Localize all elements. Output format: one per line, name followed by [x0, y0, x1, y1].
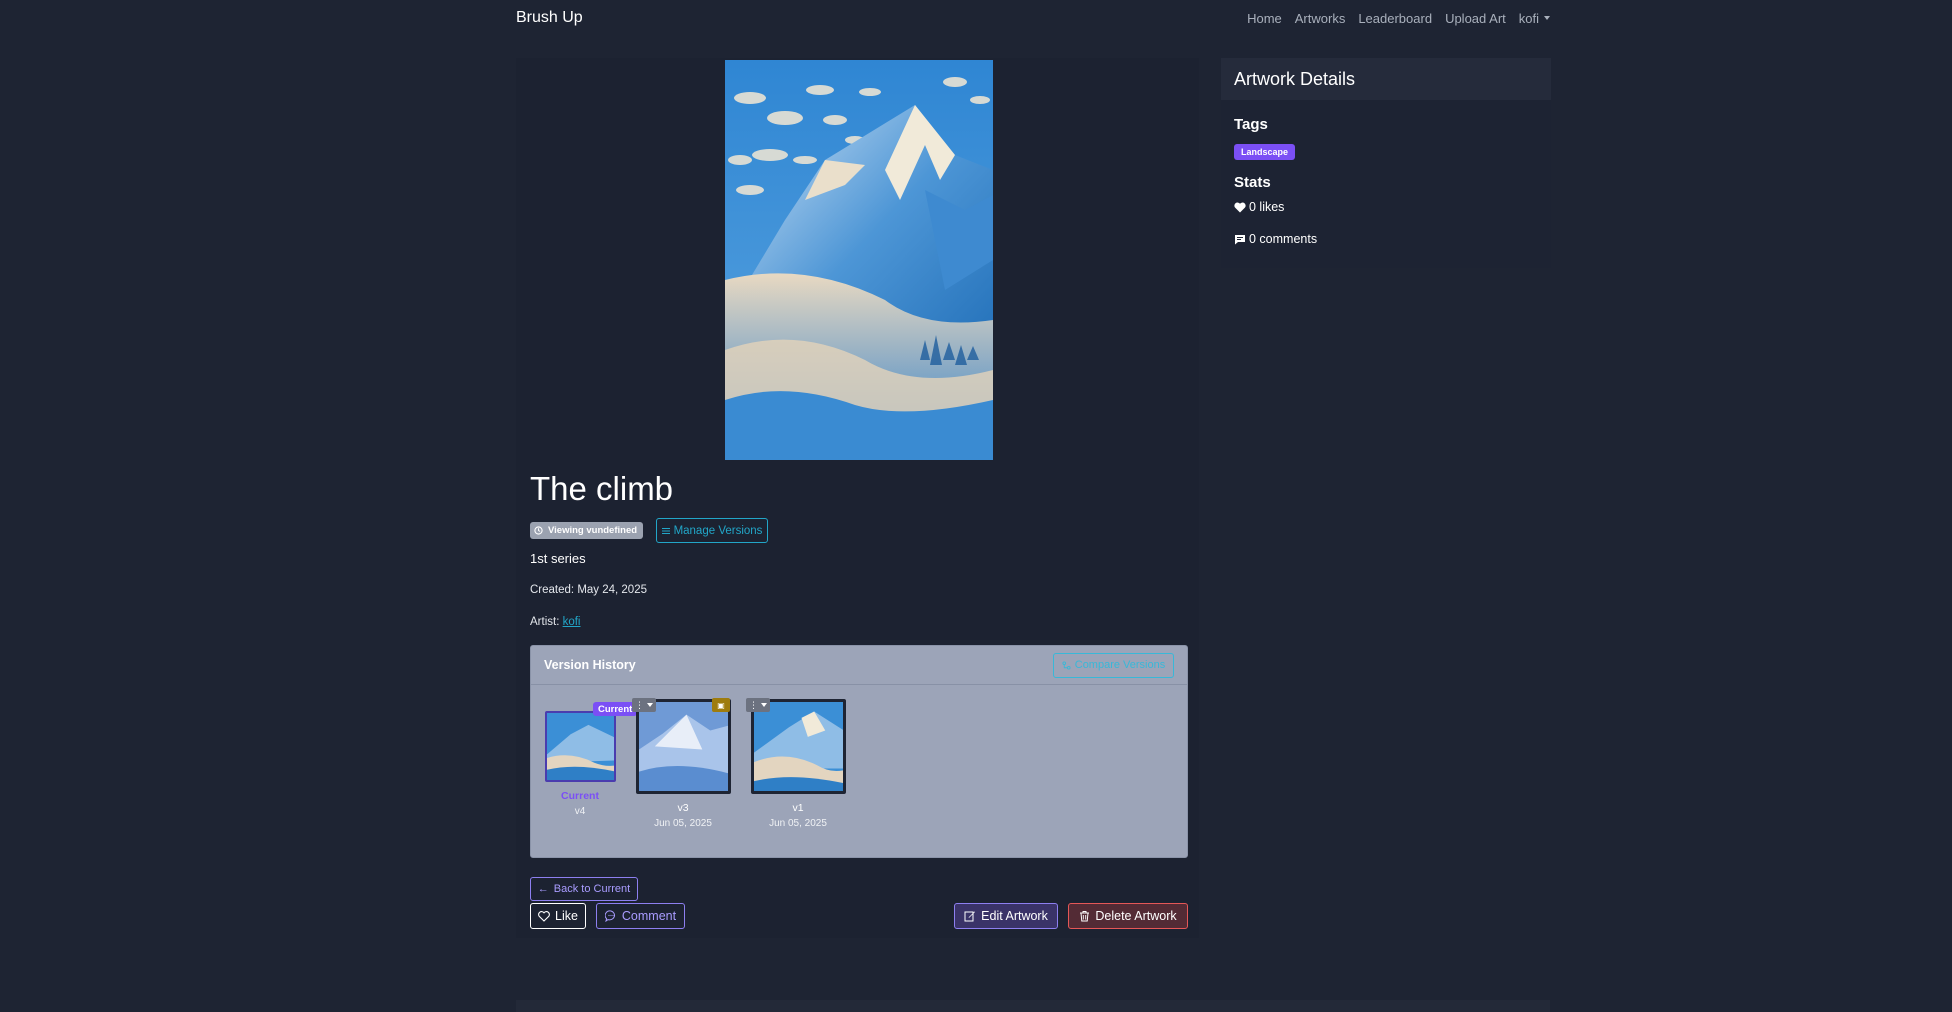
version-menu-v3[interactable]: ⋮ — [632, 698, 656, 712]
user-menu-dropdown[interactable]: kofi — [1519, 11, 1550, 26]
comments-stat: 0 comments — [1234, 232, 1317, 246]
artwork-image — [725, 60, 993, 460]
tag-badge[interactable]: Landscape — [1234, 144, 1296, 160]
artwork-title: The climb — [530, 470, 674, 507]
footer — [516, 1000, 1550, 1012]
manage-versions-label: Manage Versions — [673, 524, 763, 537]
user-name: kofi — [1518, 10, 1539, 26]
nav-home[interactable]: Home — [1247, 11, 1282, 26]
clock-icon — [534, 526, 543, 535]
version-thumb-v3[interactable] — [636, 699, 731, 794]
comment-indicator-icon: ▣ — [712, 698, 730, 712]
top-navbar: Brush Up Home Artworks Leaderboard Uploa… — [516, 0, 1550, 36]
likes-stat: 0 likes — [1234, 200, 1284, 214]
back-to-current-label: Back to Current — [553, 883, 631, 895]
trash-icon — [1080, 911, 1090, 922]
arrow-left-icon: ← — [537, 883, 549, 895]
heart-outline-icon — [538, 910, 550, 922]
version-menu-v1[interactable]: ⋮ — [746, 698, 770, 712]
like-label: Like — [555, 909, 578, 923]
stats-heading: Stats — [1234, 174, 1271, 191]
viewing-version-badge: Viewing vundefined — [530, 522, 644, 539]
comment-icon — [1235, 234, 1245, 244]
version-sub-current: v4 — [574, 806, 586, 817]
version-label-current: Current — [561, 790, 599, 802]
version-thumb-image — [639, 702, 728, 791]
compare-versions-label: Compare Versions — [1074, 659, 1166, 671]
delete-artwork-label: Delete Artwork — [1095, 909, 1177, 923]
brand-logo[interactable]: Brush Up — [516, 9, 583, 27]
version-label-v1: v1 — [792, 802, 804, 814]
version-thumb-v1[interactable] — [751, 699, 846, 794]
artist-line: Artist: kofi — [530, 616, 581, 628]
compare-icon — [1062, 660, 1071, 670]
likes-count: 0 likes — [1249, 200, 1285, 214]
edit-icon — [964, 911, 976, 922]
version-thumb-image — [754, 702, 843, 791]
version-date-v1: Jun 05, 2025 — [769, 818, 827, 829]
comment-label: Comment — [621, 909, 677, 923]
compare-versions-button[interactable]: Compare Versions — [1053, 652, 1174, 678]
artwork-details-card: Artwork Details Tags Landscape Stats 0 l… — [1221, 58, 1551, 268]
artist-link[interactable]: kofi — [563, 616, 581, 628]
heart-icon — [1234, 202, 1246, 212]
artwork-details-title: Artwork Details — [1221, 58, 1551, 100]
nav-artworks[interactable]: Artworks — [1295, 11, 1346, 26]
caret-down-icon — [1544, 16, 1550, 20]
chat-bubble-icon — [604, 910, 615, 922]
version-thumb-current[interactable] — [545, 711, 616, 782]
comments-count: 0 comments — [1249, 232, 1318, 246]
nav-upload-art[interactable]: Upload Art — [1445, 11, 1506, 26]
version-history-header: Version History Compare Versions — [531, 646, 1187, 685]
delete-artwork-button[interactable]: Delete Artwork — [1068, 903, 1188, 929]
created-date: Created: May 24, 2025 — [530, 584, 647, 596]
edit-artwork-label: Edit Artwork — [981, 909, 1048, 923]
nav-links: Home Artworks Leaderboard Upload Art kof… — [1247, 11, 1550, 26]
version-date-v3: Jun 05, 2025 — [654, 818, 712, 829]
back-to-current-button[interactable]: ← Back to Current — [530, 877, 638, 901]
nav-leaderboard[interactable]: Leaderboard — [1358, 11, 1432, 26]
list-icon — [661, 527, 670, 534]
created-label: Created: — [530, 584, 575, 596]
artist-label: Artist: — [530, 616, 560, 628]
like-button[interactable]: Like — [530, 903, 586, 929]
manage-versions-button[interactable]: Manage Versions — [656, 518, 768, 543]
edit-artwork-button[interactable]: Edit Artwork — [954, 903, 1058, 929]
version-history-title: Version History — [544, 658, 636, 672]
version-history-card: Version History Compare Versions — [530, 645, 1188, 858]
version-label-v3: v3 — [677, 802, 689, 814]
current-version-badge: Current — [593, 702, 638, 716]
comment-button[interactable]: Comment — [596, 903, 685, 929]
viewing-version-text: Viewing vundefined — [548, 525, 638, 536]
version-thumb-image — [547, 713, 614, 780]
created-value: May 24, 2025 — [577, 584, 647, 596]
tags-heading: Tags — [1234, 116, 1268, 133]
artwork-description: 1st series — [530, 551, 586, 566]
